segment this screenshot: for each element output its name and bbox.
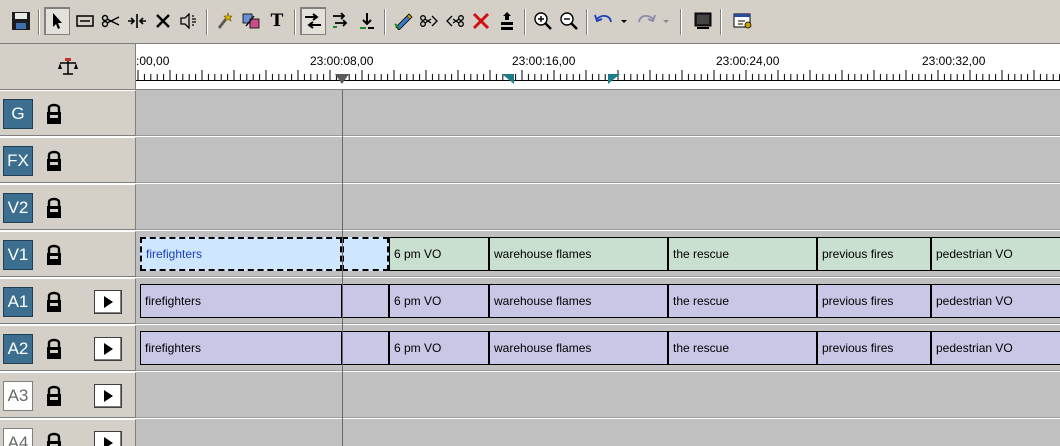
zoom-out-icon[interactable] [556,7,582,35]
track-lane-v1[interactable]: firefighters 6 pm VO warehouse flames the r… [136,231,1060,277]
ripple-mode-icon[interactable] [300,7,326,35]
track-lane-v2[interactable] [136,184,1060,230]
insert-down-icon[interactable] [354,7,380,35]
play-icon[interactable] [94,337,122,361]
timeline-clip[interactable]: pedestrian VO [931,331,1060,365]
timeline-clip[interactable]: the rescue [668,331,817,365]
track-header-v1[interactable]: V1 [0,231,136,277]
track-name-v2[interactable]: V2 [3,193,33,223]
play-icon[interactable] [94,384,122,408]
redo-icon[interactable] [634,7,674,35]
playhead-marker [335,74,349,84]
delete-x-icon[interactable] [150,7,176,35]
timeline-clip[interactable]: firefighters [140,237,342,271]
lift-icon[interactable] [494,7,520,35]
timeline-clip[interactable]: previous fires [817,237,931,271]
track-lane-a1[interactable]: firefighters 6 pm VO warehouse flames the r… [136,278,1060,324]
timeline-ruler[interactable]: :00,00 23:00:08,00 23:00:16,00 23:00:24,… [136,44,1060,90]
track-name-v1[interactable]: V1 [3,240,33,270]
track-lane-a4[interactable] [136,419,1060,446]
timeline-clip[interactable] [342,331,389,365]
ruler-corner[interactable] [0,44,136,90]
track-lane-a2[interactable]: firefighters 6 pm VO warehouse flames the r… [136,325,1060,371]
track-header-a4[interactable]: A4 [0,419,136,446]
monitor-icon[interactable] [690,7,716,35]
track-name-a2[interactable]: A2 [3,334,33,364]
timeline-toolbar: T [0,0,1060,44]
lock-icon[interactable] [42,242,66,268]
timeline-clip[interactable]: the rescue [668,284,817,318]
playhead-line[interactable] [342,90,343,446]
lock-icon[interactable] [42,336,66,362]
marker-pen-icon[interactable] [390,7,416,35]
timeline-clip[interactable]: 6 pm VO [389,331,489,365]
timeline-clip[interactable]: warehouse flames [489,237,668,271]
timeline-clip[interactable]: 6 pm VO [389,237,489,271]
timeline-clip[interactable]: the rescue [668,237,817,271]
track-name-fx[interactable]: FX [3,146,33,176]
save-icon[interactable] [8,7,34,35]
timeline-clip[interactable] [342,237,389,271]
audio-mute-icon[interactable] [176,7,202,35]
lock-icon[interactable] [42,383,66,409]
track-name-a3[interactable]: A3 [3,381,33,411]
title-text-icon[interactable]: T [264,7,290,35]
undo-icon[interactable] [592,7,632,35]
track-header-a2[interactable]: A2 [0,325,136,371]
lock-icon[interactable] [42,430,66,446]
track-lane-fx[interactable] [136,137,1060,183]
ruler-ticks [136,70,1060,84]
play-icon[interactable] [94,290,122,314]
timeline-clip[interactable]: previous fires [817,284,931,318]
play-icon[interactable] [94,431,122,446]
track-header-a3[interactable]: A3 [0,372,136,418]
lock-icon[interactable] [42,101,66,127]
timeline-clip[interactable]: warehouse flames [489,331,668,365]
ripple-all-icon[interactable] [328,7,354,35]
timeline-clip[interactable]: pedestrian VO [931,237,1060,271]
track-header-v2[interactable]: V2 [0,184,136,230]
select-arrow-icon[interactable] [44,7,70,35]
join-left-icon[interactable] [416,7,442,35]
timeline-clip[interactable]: firefighters [140,331,342,365]
timeline-clip[interactable]: warehouse flames [489,284,668,318]
track-lane-a3[interactable] [136,372,1060,418]
in-point-marker [502,74,514,84]
track-header-a1[interactable]: A1 [0,278,136,324]
track-header-fx[interactable]: FX [0,137,136,183]
properties-icon[interactable] [730,7,756,35]
timeline-clip[interactable] [342,284,389,318]
scale-icon [57,57,78,75]
timeline-clip[interactable]: previous fires [817,331,931,365]
track-header-g[interactable]: G [0,90,136,136]
timeline-clip[interactable]: pedestrian VO [931,284,1060,318]
lock-icon[interactable] [42,289,66,315]
effects-icon[interactable] [212,7,238,35]
razor-cut-icon[interactable] [98,7,124,35]
zoom-in-icon[interactable] [530,7,556,35]
track-name-g[interactable]: G [3,99,33,129]
track-name-a1[interactable]: A1 [3,287,33,317]
timeline-clip[interactable]: 6 pm VO [389,284,489,318]
remove-red-x-icon[interactable] [468,7,494,35]
track-lane-g[interactable] [136,90,1060,136]
trim-mode-icon[interactable] [72,7,98,35]
split-icon[interactable] [124,7,150,35]
lock-icon[interactable] [42,195,66,221]
timeline-clip[interactable]: firefighters [140,284,342,318]
track-name-a4[interactable]: A4 [3,428,33,446]
transition-icon[interactable] [238,7,264,35]
lock-icon[interactable] [42,148,66,174]
join-right-icon[interactable] [442,7,468,35]
